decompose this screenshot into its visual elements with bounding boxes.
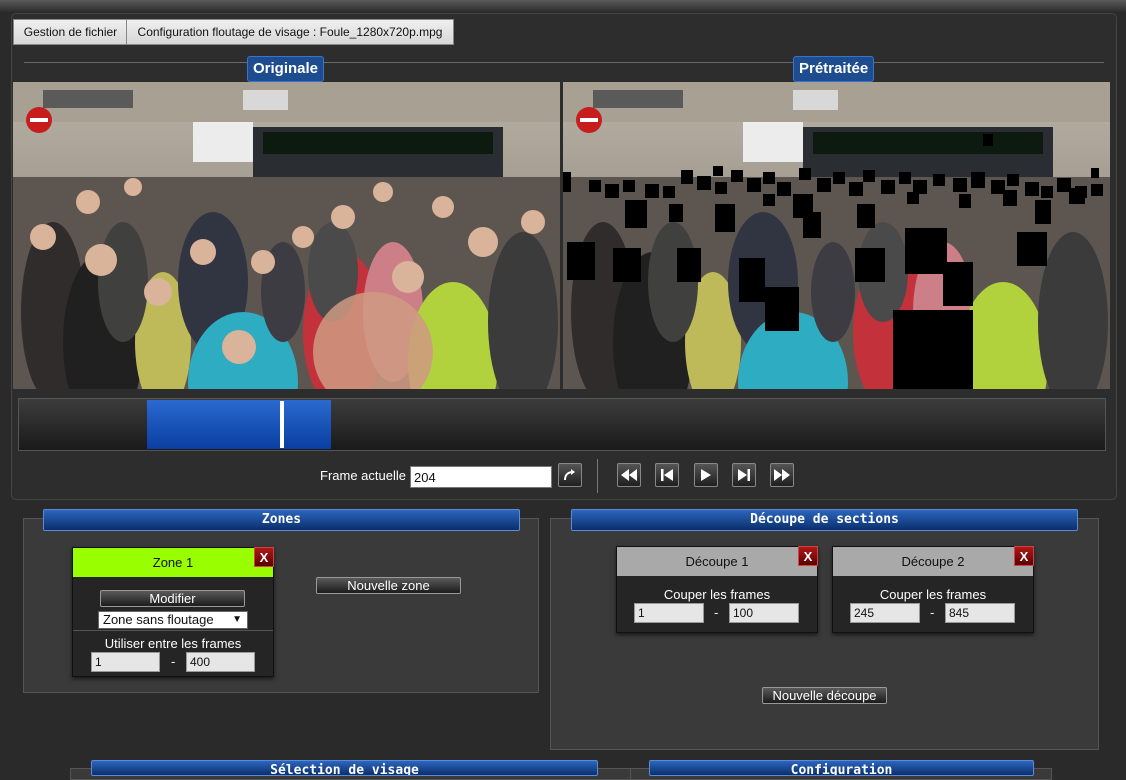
fast-forward-icon — [774, 469, 790, 481]
zones-title: Zones — [43, 509, 520, 531]
cut-2-to-input[interactable]: 845 — [945, 603, 1015, 623]
cut-1-from-input[interactable]: 1 — [634, 603, 704, 623]
zone-to-input[interactable]: 400 — [186, 652, 255, 672]
rewind-icon — [621, 469, 637, 481]
chevron-down-icon: ▼ — [232, 614, 242, 625]
window-top-strip — [0, 0, 1126, 12]
fast-forward-button[interactable] — [770, 463, 794, 487]
zone-divider — [73, 630, 273, 631]
modify-zone-button[interactable]: Modifier — [100, 590, 245, 607]
zone-card: Zone 1 X Modifier Zone sans floutage ▼ U… — [72, 547, 274, 677]
tab-file-management[interactable]: Gestion de fichier — [13, 19, 128, 45]
zone-mode-value: Zone sans floutage — [103, 612, 214, 627]
current-frame-input[interactable] — [410, 466, 552, 488]
processed-video-frame[interactable] — [563, 82, 1110, 389]
new-cut-button[interactable]: Nouvelle découpe — [762, 687, 887, 704]
cut-2-close-button[interactable]: X — [1014, 546, 1034, 566]
cut-2-title: Découpe 2 — [833, 547, 1033, 576]
original-video-frame[interactable] — [13, 82, 560, 389]
cut-1-dash: - — [714, 605, 719, 620]
goto-frame-button[interactable] — [558, 463, 582, 487]
cut-1-title: Découpe 1 — [617, 547, 817, 576]
cut-card-1: Découpe 1 X Couper les frames 1 - 100 — [616, 546, 818, 633]
goto-arrow-icon — [564, 469, 575, 481]
tab-face-blur-config[interactable]: Configuration floutage de visage : Foule… — [126, 19, 454, 45]
timeline-track[interactable] — [18, 398, 1106, 451]
next-frame-button[interactable] — [732, 463, 756, 487]
skip-back-icon — [661, 469, 673, 481]
zone-close-button[interactable]: X — [254, 547, 274, 567]
crowd-scene-original — [13, 82, 560, 389]
rewind-button[interactable] — [617, 463, 641, 487]
cut-2-dash: - — [930, 605, 935, 620]
zone-dash: - — [171, 654, 176, 669]
cut-1-label: Couper les frames — [663, 587, 771, 602]
zone-from-input[interactable]: 1 — [91, 652, 160, 672]
zone-use-label: Utiliser entre les frames — [104, 636, 242, 651]
zone-mode-select[interactable]: Zone sans floutage ▼ — [98, 611, 248, 629]
skip-forward-icon — [738, 469, 750, 481]
cut-1-close-button[interactable]: X — [798, 546, 818, 566]
cut-1-to-input[interactable]: 100 — [729, 603, 799, 623]
timeline-selected-range[interactable] — [147, 400, 331, 449]
crowd-scene-processed — [563, 82, 1110, 389]
new-zone-button[interactable]: Nouvelle zone — [316, 577, 461, 594]
previous-frame-button[interactable] — [655, 463, 679, 487]
controls-divider — [597, 459, 598, 493]
play-button[interactable] — [694, 463, 718, 487]
current-frame-label: Frame actuelle — [320, 468, 406, 483]
cut-2-from-input[interactable]: 245 — [850, 603, 920, 623]
face-selection-title: Sélection de visage — [91, 760, 598, 776]
processed-video-label: Prétraitée — [793, 56, 875, 82]
config-title: Configuration — [649, 760, 1034, 776]
tab-divider — [24, 62, 1104, 63]
sections-title: Découpe de sections — [571, 509, 1078, 531]
zone-title: Zone 1 — [73, 548, 273, 577]
cut-card-2: Découpe 2 X Couper les frames 245 - 845 — [832, 546, 1034, 633]
timeline-cursor[interactable] — [280, 401, 284, 448]
play-icon — [701, 469, 711, 481]
cut-2-label: Couper les frames — [879, 587, 987, 602]
original-video-label: Originale — [247, 56, 325, 82]
